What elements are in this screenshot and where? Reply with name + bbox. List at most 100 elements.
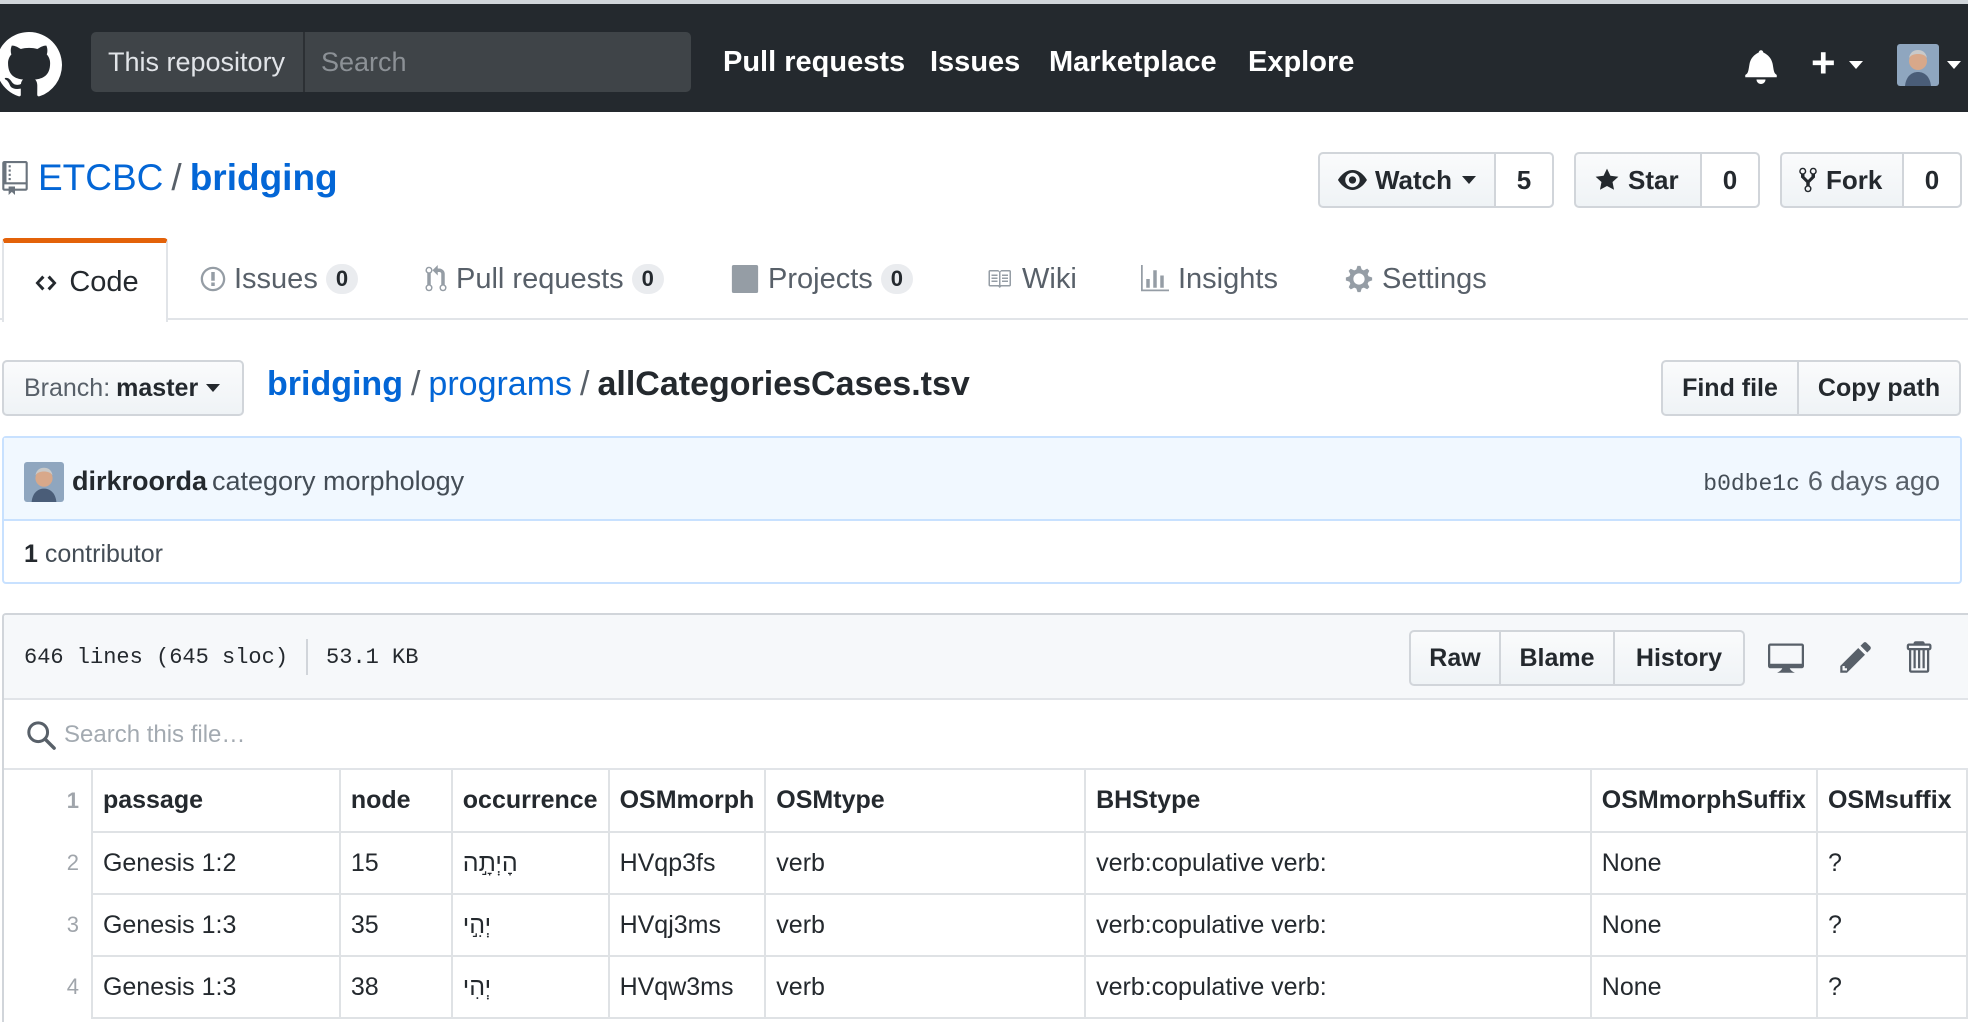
book-icon (988, 270, 1011, 288)
latest-commit: dirkroorda category morphology b0dbe1c 6 … (4, 438, 1960, 521)
breadcrumb-repo-link[interactable]: bridging (267, 365, 403, 403)
commit-tease: dirkroorda category morphology b0dbe1c 6 … (2, 436, 1962, 584)
star-button[interactable]: Star (1576, 154, 1702, 206)
table-cell: HVqj3ms (607, 893, 767, 957)
github-logo-icon[interactable] (0, 32, 62, 98)
line-number[interactable]: 3 (4, 894, 93, 956)
repo-separator: / (171, 157, 182, 198)
watch-button[interactable]: Watch (1320, 154, 1496, 206)
table-cell: 35 (338, 893, 453, 957)
trash-icon[interactable] (1900, 639, 1936, 675)
star-count[interactable]: 0 (1702, 154, 1758, 206)
table-cell: None (1589, 955, 1818, 1019)
table-cell: ? (1815, 893, 1968, 957)
table-row: 2 Genesis 1:2 15 הָיְתָ֣ה HVqp3fs verb v… (4, 831, 1968, 895)
table-cell: ? (1815, 955, 1968, 1019)
tab-wiki[interactable]: Wiki (984, 238, 1077, 320)
table-cell: ? (1815, 831, 1968, 895)
breadcrumb-file-name: allCategoriesCases.tsv (597, 365, 970, 403)
pull-requests-counter: 0 (631, 264, 664, 294)
table-cell: verb:copulative verb: (1084, 831, 1592, 895)
bell-icon[interactable] (1744, 48, 1778, 84)
create-caret-icon[interactable] (1849, 61, 1863, 69)
tab-code[interactable]: Code (2, 238, 168, 322)
table-cell: Genesis 1:3 (90, 955, 341, 1019)
table-cell: יְהִ֣י (450, 893, 610, 957)
column-header: node (338, 770, 453, 833)
tab-issues[interactable]: Issues 0 (200, 238, 359, 320)
tab-settings-label: Settings (1382, 262, 1487, 295)
table-cell: verb (764, 893, 1087, 957)
line-number[interactable]: 2 (4, 832, 93, 894)
projects-counter: 0 (880, 264, 914, 294)
repo-owner-link[interactable]: ETCBC (38, 157, 163, 198)
issue-icon (200, 266, 226, 292)
table-cell: verb (764, 955, 1087, 1019)
line-number[interactable]: 4 (4, 956, 93, 1018)
tab-projects-label: Projects (768, 262, 873, 295)
table-cell: Genesis 1:2 (90, 831, 341, 895)
raw-button[interactable]: Raw (1411, 632, 1501, 684)
gear-icon (1345, 265, 1373, 293)
table-cell: verb (764, 831, 1087, 895)
table-cell: None (1589, 893, 1818, 957)
history-button[interactable]: History (1615, 632, 1743, 684)
watch-caret-icon (1462, 176, 1476, 184)
desktop-icon[interactable] (1768, 639, 1804, 675)
eye-icon (1338, 170, 1367, 190)
tab-insights[interactable]: Insights (1140, 238, 1278, 320)
commit-sha-link[interactable]: b0dbe1c (1703, 471, 1800, 497)
search-scope-label[interactable]: This repository (91, 32, 305, 92)
project-icon (731, 265, 759, 293)
nav-issues[interactable]: Issues (930, 46, 1020, 79)
repo-icon (2, 161, 28, 195)
table-cell: verb:copulative verb: (1084, 893, 1592, 957)
user-avatar[interactable] (1897, 44, 1939, 86)
file-info-divider (306, 639, 309, 675)
tab-settings[interactable]: Settings (1344, 238, 1487, 320)
commit-author-avatar[interactable] (24, 462, 64, 502)
tab-pull-requests[interactable]: Pull requests 0 (424, 238, 664, 320)
file-size: 53.1 KB (326, 645, 419, 670)
repo-name-link[interactable]: bridging (190, 157, 338, 198)
contributors-label: contributor (44, 540, 163, 568)
commit-author-link[interactable]: dirkroorda (72, 466, 207, 497)
user-caret-icon[interactable] (1947, 61, 1961, 69)
branch-label: Branch: (24, 373, 111, 402)
breadcrumb-folder-link[interactable]: programs (428, 365, 572, 403)
watch-count[interactable]: 5 (1496, 154, 1552, 206)
star-icon (1595, 168, 1619, 190)
contributors-summary[interactable]: 1 contributor (24, 540, 163, 569)
file-search-input[interactable] (64, 712, 864, 758)
graph-icon (1141, 265, 1169, 292)
search-input[interactable] (307, 32, 691, 92)
search-icon (27, 721, 56, 750)
commit-message-link[interactable]: category morphology (212, 466, 464, 497)
fork-label: Fork (1826, 164, 1883, 195)
copy-path-button[interactable]: Copy path (1799, 362, 1959, 414)
table-cell: 15 (338, 831, 453, 895)
column-header: OSMsuffix (1815, 770, 1968, 833)
find-file-button[interactable]: Find file (1663, 362, 1799, 414)
branch-select-button[interactable]: Branch: master (2, 360, 244, 416)
pencil-icon[interactable] (1838, 639, 1874, 675)
csv-table: 1 passage node occurrence OSMmorph OSMty… (4, 770, 1968, 1019)
nav-pull-requests[interactable]: Pull requests (723, 46, 905, 79)
fork-button[interactable]: Fork (1782, 154, 1904, 206)
table-cell: None (1589, 831, 1818, 895)
table-cell: HVqw3ms (607, 955, 767, 1019)
commit-meta: b0dbe1c 6 days ago (1703, 466, 1940, 497)
plus-icon[interactable]: + (1811, 42, 1836, 84)
table-cell: הָיְתָ֣ה (450, 831, 610, 895)
fork-count[interactable]: 0 (1904, 154, 1960, 206)
line-number[interactable]: 1 (4, 770, 93, 832)
nav-marketplace[interactable]: Marketplace (1049, 46, 1217, 79)
blame-button[interactable]: Blame (1501, 632, 1615, 684)
nav-explore[interactable]: Explore (1248, 46, 1354, 79)
tab-projects[interactable]: Projects 0 (730, 238, 914, 320)
pull-request-icon (425, 265, 447, 292)
table-row: 4 Genesis 1:3 38 יְהִי HVqw3ms verb verb… (4, 955, 1968, 1019)
table-row: 3 Genesis 1:3 35 יְהִ֣י HVqj3ms verb ver… (4, 893, 1968, 957)
contributors-count: 1 (24, 540, 38, 568)
repo-tabs: Code Issues 0 Pull requests 0 Projects 0… (0, 238, 1968, 322)
